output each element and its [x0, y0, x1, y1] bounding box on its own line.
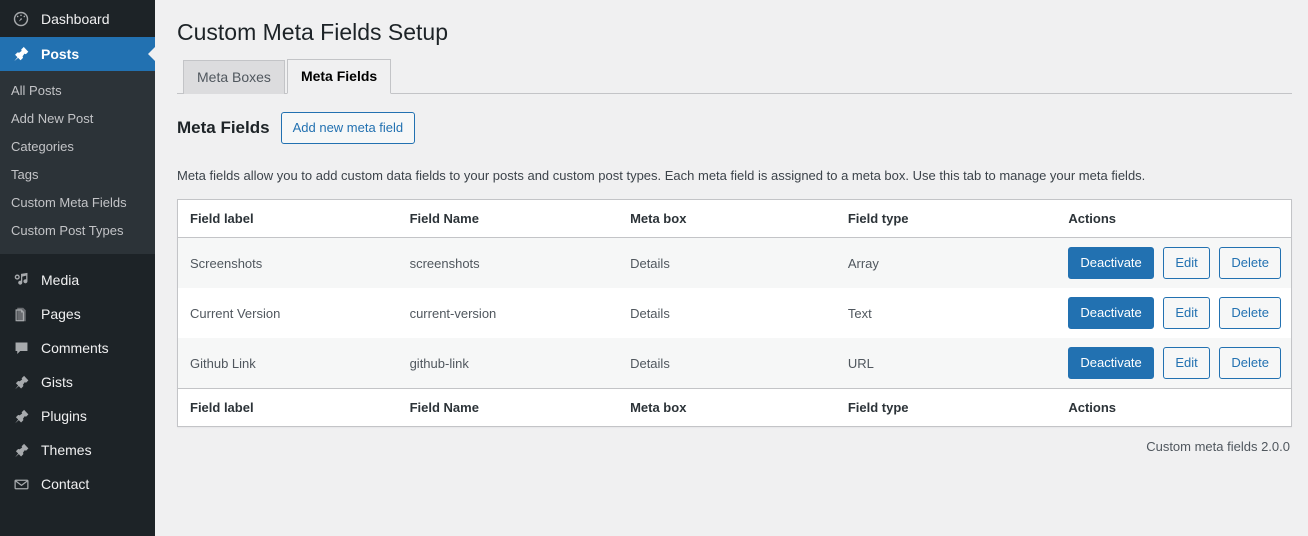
sidebar-item-label: Posts [41, 46, 80, 62]
submenu-item-tags[interactable]: Tags [0, 161, 155, 189]
table-row: Github Link github-link Details URL Deac… [178, 338, 1291, 389]
delete-button[interactable]: Delete [1219, 297, 1281, 330]
cell-meta-box: Details [620, 288, 838, 339]
cell-field-type: Array [837, 237, 1059, 289]
sidebar-item-gists[interactable]: Gists [0, 365, 155, 399]
edit-button[interactable]: Edit [1163, 297, 1210, 330]
column-footer-field-type[interactable]: Field type [837, 388, 1059, 427]
column-header-actions: Actions [1058, 200, 1291, 239]
cell-actions: Deactivate Edit Delete [1058, 338, 1291, 389]
column-header-meta-box[interactable]: Meta box [620, 200, 838, 239]
pin-icon [10, 44, 32, 64]
table-row: Current Version current-version Details … [178, 288, 1291, 339]
submenu-item-all-posts[interactable]: All Posts [0, 77, 155, 105]
tab-meta-fields[interactable]: Meta Fields [286, 58, 392, 94]
cell-field-type: Text [837, 288, 1059, 339]
cell-actions: Deactivate Edit Delete [1058, 288, 1291, 339]
tab-bar: Meta Boxes Meta Fields [177, 58, 1292, 94]
sidebar-item-pages[interactable]: Pages [0, 297, 155, 331]
table-body: Screenshots screenshots Details Array De… [178, 237, 1291, 389]
posts-submenu: All Posts Add New Post Categories Tags C… [0, 71, 155, 254]
deactivate-button[interactable]: Deactivate [1068, 247, 1154, 280]
section-header: Meta Fields Add new meta field [177, 111, 1300, 144]
sidebar-item-contact[interactable]: Contact [0, 467, 155, 501]
section-title: Meta Fields [177, 117, 270, 137]
column-footer-actions: Actions [1058, 388, 1291, 427]
sidebar-item-themes[interactable]: Themes [0, 433, 155, 467]
tab-meta-boxes[interactable]: Meta Boxes [183, 59, 285, 94]
sidebar-item-label: Media [41, 272, 80, 288]
comments-icon [10, 338, 32, 358]
sidebar-item-posts[interactable]: Posts [0, 37, 155, 71]
column-header-field-type[interactable]: Field type [837, 200, 1059, 239]
table-header: Field label Field Name Meta box Field ty… [178, 200, 1291, 239]
main-content: Custom Meta Fields Setup Meta Boxes Meta… [155, 0, 1308, 536]
sidebar-item-label: Gists [41, 374, 73, 390]
cell-field-name: github-link [399, 338, 621, 389]
submenu-item-custom-meta-fields[interactable]: Custom Meta Fields [0, 189, 155, 217]
column-header-field-name[interactable]: Field Name [399, 200, 621, 239]
delete-button[interactable]: Delete [1219, 347, 1281, 380]
media-icon [10, 270, 32, 290]
cell-field-type: URL [837, 338, 1059, 389]
pin-icon [10, 440, 32, 460]
column-footer-meta-box[interactable]: Meta box [620, 388, 838, 427]
deactivate-button[interactable]: Deactivate [1068, 297, 1154, 330]
edit-button[interactable]: Edit [1163, 347, 1210, 380]
cell-field-name: current-version [399, 288, 621, 339]
deactivate-button[interactable]: Deactivate [1068, 347, 1154, 380]
plugin-version: Custom meta fields 2.0.0 [1146, 439, 1290, 455]
sidebar-item-label: Plugins [41, 408, 87, 424]
dashboard-icon [10, 9, 32, 29]
sidebar-divider [0, 254, 155, 263]
sidebar-item-plugins[interactable]: Plugins [0, 399, 155, 433]
submenu-item-custom-post-types[interactable]: Custom Post Types [0, 217, 155, 245]
admin-sidebar: Dashboard Posts All Posts Add New Post C… [0, 0, 155, 536]
table-row: Screenshots screenshots Details Array De… [178, 237, 1291, 289]
edit-button[interactable]: Edit [1163, 247, 1210, 280]
cell-field-label: Screenshots [178, 237, 400, 289]
submenu-item-categories[interactable]: Categories [0, 133, 155, 161]
sidebar-item-label: Dashboard [41, 10, 110, 27]
column-footer-field-name[interactable]: Field Name [399, 388, 621, 427]
section-description: Meta fields allow you to add custom data… [177, 167, 1146, 183]
cell-actions: Deactivate Edit Delete [1058, 237, 1291, 289]
sidebar-item-dashboard[interactable]: Dashboard [0, 0, 155, 37]
sidebar-item-label: Comments [41, 340, 109, 356]
cell-field-label: Current Version [178, 288, 400, 339]
cell-meta-box: Details [620, 237, 838, 289]
admin-screen: Dashboard Posts All Posts Add New Post C… [0, 0, 1308, 536]
envelope-icon [10, 474, 32, 494]
column-footer-field-label[interactable]: Field label [178, 388, 400, 427]
page-title: Custom Meta Fields Setup [177, 19, 449, 45]
table-header-row: Field label Field Name Meta box Field ty… [178, 200, 1291, 239]
sidebar-item-label: Themes [41, 442, 92, 458]
sidebar-item-media[interactable]: Media [0, 263, 155, 297]
cell-field-label: Github Link [178, 338, 400, 389]
sidebar-item-comments[interactable]: Comments [0, 331, 155, 365]
pin-icon [10, 406, 32, 426]
cell-meta-box: Details [620, 338, 838, 389]
cell-field-name: screenshots [399, 237, 621, 289]
meta-fields-table: Field label Field Name Meta box Field ty… [178, 200, 1291, 427]
table-footer-row: Field label Field Name Meta box Field ty… [178, 388, 1291, 427]
sidebar-item-label: Pages [41, 306, 81, 322]
meta-fields-table-container: Field label Field Name Meta box Field ty… [177, 199, 1292, 428]
table-footer: Field label Field Name Meta box Field ty… [178, 388, 1291, 427]
delete-button[interactable]: Delete [1219, 247, 1281, 280]
pin-icon [10, 372, 32, 392]
add-new-meta-field-button[interactable]: Add new meta field [280, 111, 416, 144]
submenu-item-add-new-post[interactable]: Add New Post [0, 105, 155, 133]
pages-icon [10, 304, 32, 324]
sidebar-item-label: Contact [41, 476, 90, 492]
column-header-field-label[interactable]: Field label [178, 200, 400, 239]
